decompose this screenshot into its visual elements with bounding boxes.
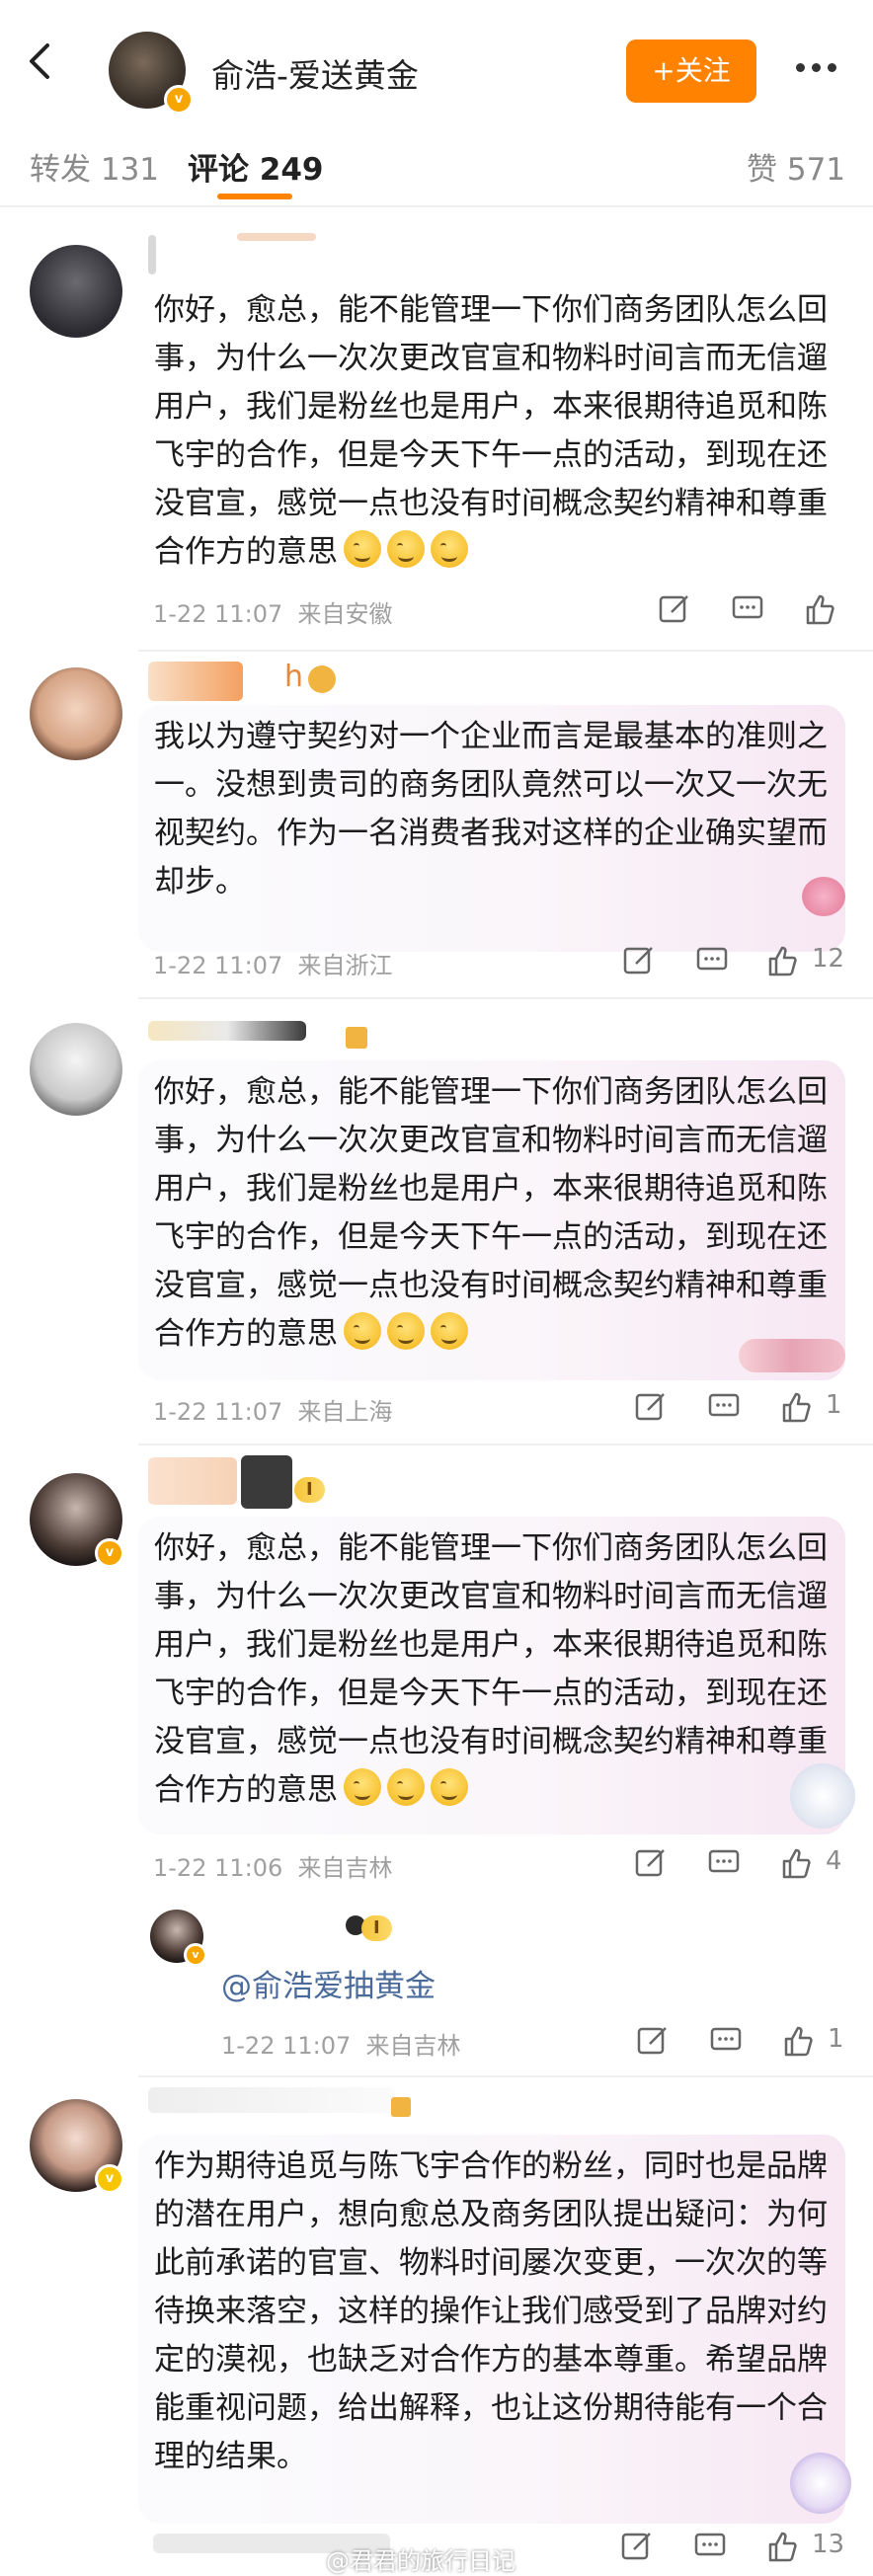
comment-text: 你好，愈总，能不能管理一下你们商务团队怎么回事，为什么一次次更改官宣和物料时间言… [154,1074,828,1352]
username-redacted [241,1455,292,1509]
tab-reposts[interactable]: 转发 131 [30,144,159,189]
top-bar: v 俞浩-爱送黄金 +关注 [0,0,873,117]
commenter-avatar[interactable] [30,245,122,338]
rabbit-sticker-icon [790,2453,851,2514]
tab-comments[interactable]: 评论 249 [188,144,324,189]
post-tabs: 转发 131 评论 249 赞 571 [0,117,873,207]
like-count: 4 [826,1846,842,1876]
repost-icon[interactable] [634,1390,668,1424]
back-arrow-icon[interactable] [22,41,61,81]
username-redacted [148,235,156,274]
level-badge: I [294,1477,325,1503]
smile-emoji-icon [387,1312,425,1350]
repost-icon[interactable] [634,1846,668,1880]
username-redacted [148,1457,237,1505]
active-tab-indicator [217,194,292,199]
comment-icon[interactable] [707,1846,741,1880]
comment-icon[interactable] [731,592,764,626]
repost-icon[interactable] [636,2024,670,2058]
smile-emoji-icon [431,530,468,568]
mention-link[interactable]: @俞浩爱抽黄金 [221,1961,436,2005]
repost-icon[interactable] [658,592,691,626]
repost-icon[interactable] [620,2530,654,2563]
comment-text: 你好，愈总，能不能管理一下你们商务团队怎么回事，为什么一次次更改官宣和物料时间言… [154,292,828,570]
divider [138,650,873,652]
like-count: 12 [812,944,845,974]
comment-text: 作为期待追觅与陈飞宇合作的粉丝，同时也是品牌的潜在用户，想向愈总及商务团队提出疑… [154,2148,828,2474]
smile-emoji-icon [431,1312,468,1350]
commenter-avatar[interactable] [30,1023,122,1116]
divider [138,2075,873,2077]
flower-sticker-icon [739,1339,845,1372]
tab-likes[interactable]: 赞 571 [747,144,845,189]
like-icon[interactable] [766,2530,800,2563]
like-count: 1 [826,1390,842,1420]
like-icon[interactable] [804,592,837,626]
divider [138,1444,873,1445]
cat-sticker-icon [790,1763,855,1829]
smile-emoji-icon [344,1312,381,1350]
bear-sticker-icon [802,877,845,916]
like-icon[interactable] [780,1390,814,1424]
verified-badge-icon: v [95,2164,124,2194]
comment-icon[interactable] [695,944,729,977]
verified-badge-icon: v [184,1943,207,1967]
comment-meta: 1-22 11:07 来自浙江 [153,952,393,979]
comment-text: 你好，愈总，能不能管理一下你们商务团队怎么回事，为什么一次次更改官宣和物料时间言… [154,1530,828,1808]
verified-badge-icon: v [164,85,194,115]
username-redacted [148,662,243,701]
author-name[interactable]: 俞浩-爱送黄金 [211,49,419,97]
username-redacted [148,1021,306,1041]
smile-emoji-icon [431,1768,468,1806]
repost-icon[interactable] [622,944,656,977]
smile-emoji-icon [387,1768,425,1806]
username-redacted [237,233,316,241]
fan-badge-icon [346,1027,367,1049]
comment-icon[interactable] [693,2530,727,2563]
like-icon[interactable] [766,944,800,977]
author-avatar[interactable]: v [109,32,194,115]
like-count: 13 [812,2530,845,2559]
level-badge: I [361,1915,392,1941]
comment-meta: 1-22 11:07 来自上海 [153,1398,393,1426]
smile-emoji-icon [344,530,381,568]
fan-badge-icon [308,665,336,693]
like-icon[interactable] [780,1846,814,1880]
username-hint: h [284,660,304,694]
commenter-avatar[interactable]: v [30,1473,124,1568]
reply-meta: 1-22 11:07 来自吉林 [221,2032,461,2060]
username-redacted [148,2087,395,2113]
reply-avatar[interactable]: v [150,1910,207,1967]
verified-badge-icon: v [95,1538,124,1568]
follow-button[interactable]: +关注 [626,39,756,103]
fan-badge-icon [391,2097,411,2117]
like-count: 1 [828,2024,844,2054]
comment-text: 我以为遵守契约对一个企业而言是最基本的准则之一。没想到贵司的商务团队竟然可以一次… [154,719,828,899]
comment-meta: 1-22 11:06 来自吉林 [153,1854,393,1882]
commenter-avatar[interactable]: v [30,2099,124,2194]
like-icon[interactable] [782,2024,816,2058]
more-options-icon[interactable] [796,57,845,72]
smile-emoji-icon [387,530,425,568]
watermark: @君君的旅行日记 [326,2547,516,2575]
comment-icon[interactable] [709,2024,743,2058]
comment-meta: 1-22 11:07 来自安徽 [153,600,393,628]
comment-icon[interactable] [707,1390,741,1424]
divider [138,997,873,999]
smile-emoji-icon [344,1768,381,1806]
commenter-avatar[interactable] [30,667,122,760]
